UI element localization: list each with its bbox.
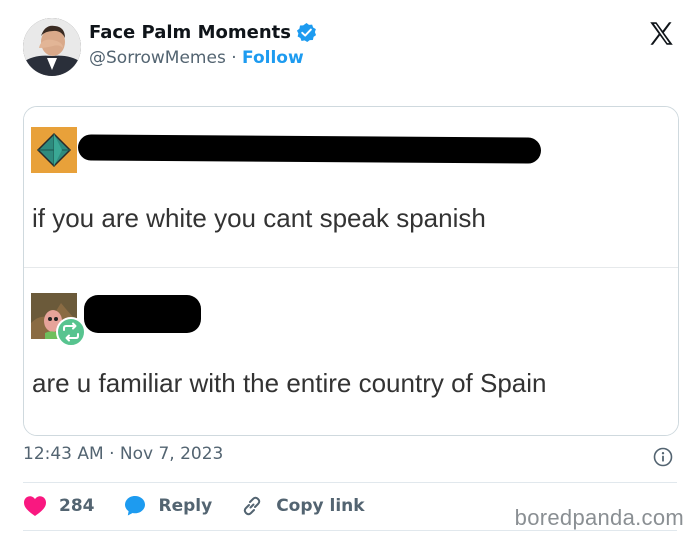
tweet-header: Face Palm Moments @SorrowMemes · Follow (0, 0, 700, 96)
retweet-badge-icon (56, 317, 86, 347)
name-row: Face Palm Moments (89, 22, 317, 43)
avatar[interactable] (23, 18, 81, 76)
action-bar: 284 Reply Copy link (23, 492, 393, 520)
message-text-1: if you are white you cant speak spanish (32, 203, 486, 233)
message-panel-1: if you are white you cant speak spanish (24, 107, 678, 267)
timestamp[interactable]: 12:43 AM · Nov 7, 2023 (23, 444, 223, 464)
reply-label: Reply (158, 496, 213, 516)
like-button[interactable]: 284 (23, 495, 95, 517)
copy-link-label: Copy link (276, 496, 365, 516)
copy-link-button[interactable]: Copy link (240, 494, 365, 518)
like-count: 284 (59, 496, 95, 516)
heart-icon (24, 496, 46, 516)
diamond-avatar-icon (31, 127, 77, 173)
verified-badge-icon (296, 22, 317, 43)
reply-bubble-icon (124, 496, 145, 516)
handle[interactable]: @SorrowMemes (89, 48, 226, 68)
follow-button[interactable]: Follow (242, 48, 304, 68)
avatar-photo (23, 18, 81, 76)
info-icon[interactable] (653, 447, 673, 467)
handle-row: @SorrowMemes · Follow (89, 48, 304, 68)
separator-dot: · (231, 48, 243, 68)
tweet-media-image[interactable]: if you are white you cant speak spanish … (23, 106, 679, 436)
x-logo-icon[interactable] (648, 20, 675, 47)
display-name[interactable]: Face Palm Moments (89, 22, 291, 43)
reply-button[interactable]: Reply (123, 494, 213, 518)
link-icon (243, 496, 261, 516)
watermark: boredpanda.com (514, 505, 684, 530)
message-panel-2: are u familiar with the entire country o… (24, 268, 678, 435)
redacted-username (84, 295, 201, 333)
message-text-2: are u familiar with the entire country o… (32, 368, 547, 398)
divider (23, 482, 677, 483)
redacted-username (77, 134, 542, 164)
